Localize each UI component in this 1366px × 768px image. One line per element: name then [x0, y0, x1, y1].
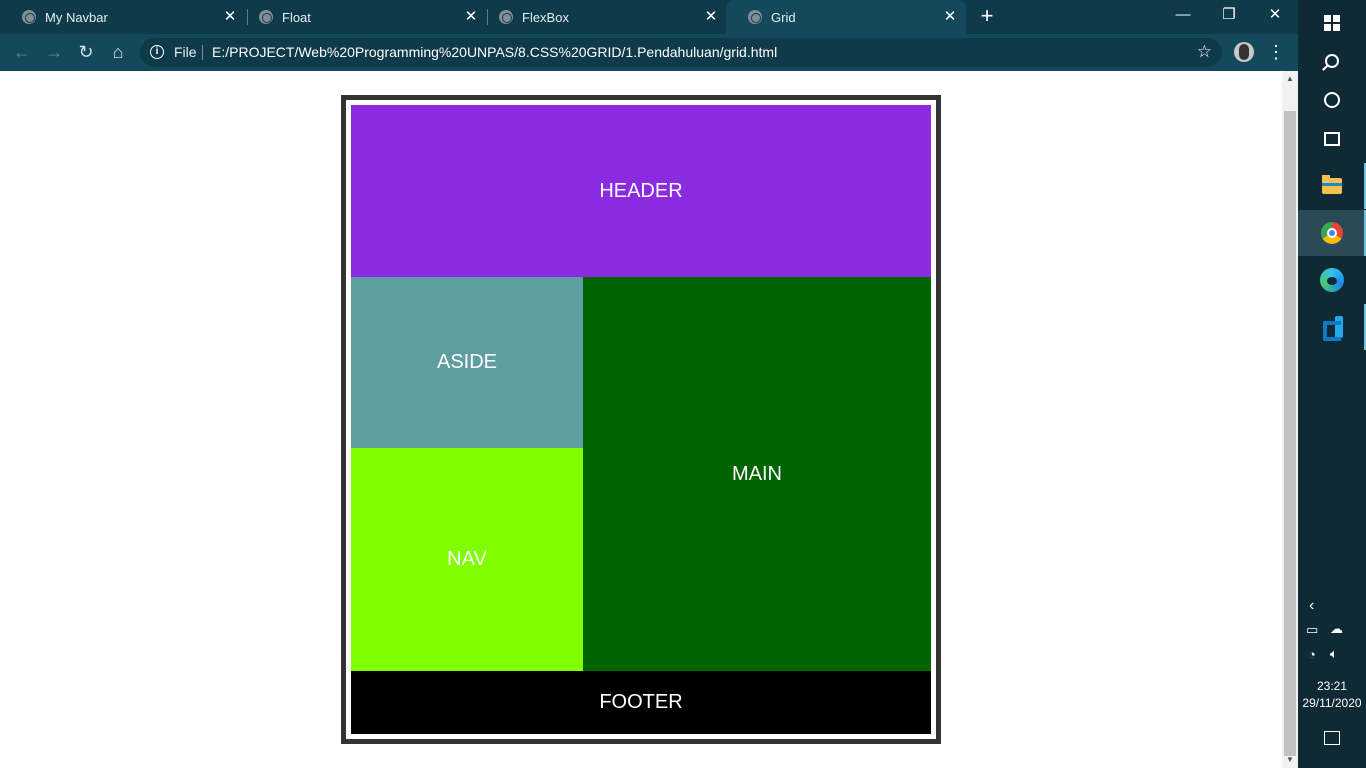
vertical-scrollbar[interactable]: ▲ ▼ — [1282, 71, 1298, 768]
folder-icon — [1322, 175, 1342, 194]
task-view-icon — [1324, 132, 1340, 146]
aside-area: ASIDE — [351, 277, 583, 448]
globe-icon — [259, 10, 273, 24]
tab-label: My Navbar — [45, 9, 108, 25]
tab-label: FlexBox — [522, 9, 569, 25]
browser-toolbar: ← → ↻ ⌂ i File E:/PROJECT/Web%20Programm… — [0, 34, 1298, 71]
profile-avatar[interactable] — [1234, 42, 1254, 62]
reload-button[interactable]: ↻ — [74, 40, 98, 64]
windows-logo-icon — [1324, 15, 1340, 31]
wifi-icon[interactable]: ◔ — [1308, 647, 1316, 662]
tab-close-icon[interactable]: ✕ — [703, 8, 719, 26]
header-area: HEADER — [351, 105, 931, 277]
close-window-button[interactable]: ✕ — [1252, 0, 1298, 34]
grid-container: HEADER ASIDE NAV MAIN FOOTER — [341, 95, 941, 744]
tab-my-navbar[interactable]: My Navbar ✕ — [0, 0, 246, 34]
tab-close-icon[interactable]: ✕ — [942, 8, 958, 26]
clock-date[interactable]: 29/11/2020 — [1298, 696, 1366, 710]
task-view-button[interactable] — [1298, 116, 1366, 162]
new-tab-button[interactable]: + — [976, 5, 998, 27]
minimize-button[interactable]: — — [1160, 0, 1206, 34]
globe-icon — [748, 10, 762, 24]
tab-flexbox[interactable]: FlexBox ✕ — [477, 0, 727, 34]
tab-close-icon[interactable]: ✕ — [222, 8, 238, 26]
address-bar[interactable]: i File E:/PROJECT/Web%20Programming%20UN… — [140, 38, 1222, 67]
scroll-up-arrow-icon[interactable]: ▲ — [1282, 71, 1298, 87]
tab-label: Grid — [771, 9, 796, 25]
scroll-thumb[interactable] — [1284, 111, 1296, 756]
bookmark-star-icon[interactable]: ☆ — [1197, 42, 1212, 62]
nav-area: NAV — [351, 448, 583, 671]
chevron-left-icon[interactable]: ‹ — [1309, 597, 1314, 615]
cortana-icon — [1324, 92, 1340, 108]
file-explorer-button[interactable] — [1298, 163, 1366, 209]
globe-icon — [22, 10, 36, 24]
tab-label: Float — [282, 9, 311, 25]
vscode-icon — [1321, 316, 1343, 338]
page-viewport: HEADER ASIDE NAV MAIN FOOTER — [0, 71, 1282, 768]
restore-button[interactable]: ❐ — [1206, 0, 1252, 34]
vscode-button[interactable] — [1298, 304, 1366, 350]
windows-taskbar: ‹ ▭ ☁ ◔ 🔈︎ — [1298, 0, 1366, 768]
back-button[interactable]: ← — [10, 40, 34, 64]
chrome-button[interactable] — [1298, 210, 1366, 256]
edge-button[interactable] — [1298, 257, 1366, 303]
footer-area: FOOTER — [351, 671, 931, 734]
globe-icon — [499, 10, 513, 24]
main-area: MAIN — [583, 277, 931, 671]
battery-icon[interactable]: ▭ — [1306, 622, 1318, 638]
tab-bar: My Navbar ✕ Float ✕ FlexBox ✕ Grid ✕ + —… — [0, 0, 1298, 34]
volume-icon[interactable]: 🔈︎ — [1330, 646, 1338, 662]
edge-icon — [1320, 268, 1344, 292]
tab-grid[interactable]: Grid ✕ — [726, 0, 966, 34]
clock-time[interactable]: 23:21 — [1298, 679, 1366, 693]
search-icon — [1325, 54, 1339, 68]
home-button[interactable]: ⌂ — [106, 40, 130, 64]
scroll-down-arrow-icon[interactable]: ▼ — [1282, 752, 1298, 768]
onedrive-cloud-icon[interactable]: ☁ — [1330, 621, 1343, 637]
browser-menu-icon[interactable]: ⋮ — [1266, 40, 1286, 64]
grid-layout: HEADER ASIDE NAV MAIN FOOTER — [351, 105, 931, 734]
scheme-label: File — [174, 44, 197, 60]
url-text[interactable]: E:/PROJECT/Web%20Programming%20UNPAS/8.C… — [212, 44, 777, 60]
notification-center-icon[interactable] — [1324, 731, 1340, 745]
browser-window: My Navbar ✕ Float ✕ FlexBox ✕ Grid ✕ + —… — [0, 0, 1298, 768]
tab-float[interactable]: Float ✕ — [237, 0, 487, 34]
info-icon[interactable]: i — [150, 45, 164, 59]
chrome-icon — [1321, 222, 1343, 244]
forward-button[interactable]: → — [42, 40, 66, 64]
address-divider — [202, 45, 203, 60]
